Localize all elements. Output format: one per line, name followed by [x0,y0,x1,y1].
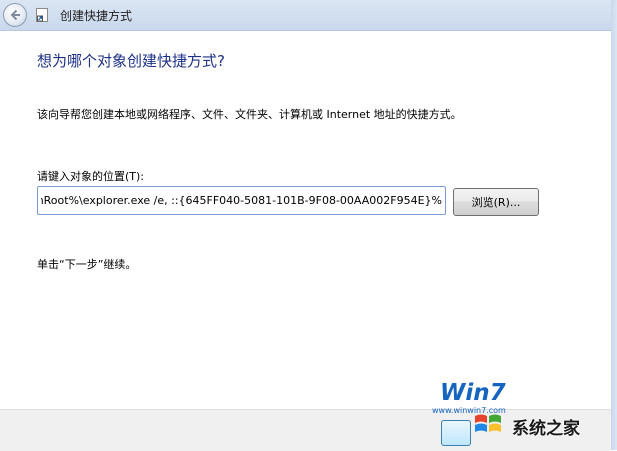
shortcut-file-icon [36,8,48,22]
wizard-description: 该向导帮您创建本地或网络程序、文件、文件夹、计算机或 Internet 地址的快… [37,108,462,121]
windows-logo-icon [475,414,501,432]
location-label: 请键入对象的位置(T): [37,170,145,183]
back-button[interactable] [3,3,27,27]
site-watermark: Win7 www.winwin7.com 系统之家 [432,376,612,446]
window-title: 创建快捷方式 [60,9,133,23]
continue-hint: 单击“下一步”继续。 [37,258,137,271]
wizard-content [0,31,611,409]
watermark-brand: Win7 [440,380,506,406]
back-arrow-icon [10,9,20,21]
watermark-site-name: 系统之家 [512,419,580,439]
title-bar: 创建快捷方式 [0,0,617,31]
browse-button[interactable]: 浏览(R)... [453,188,539,216]
page-heading: 想为哪个对象创建快捷方式? [37,52,225,70]
location-input[interactable] [37,186,446,215]
